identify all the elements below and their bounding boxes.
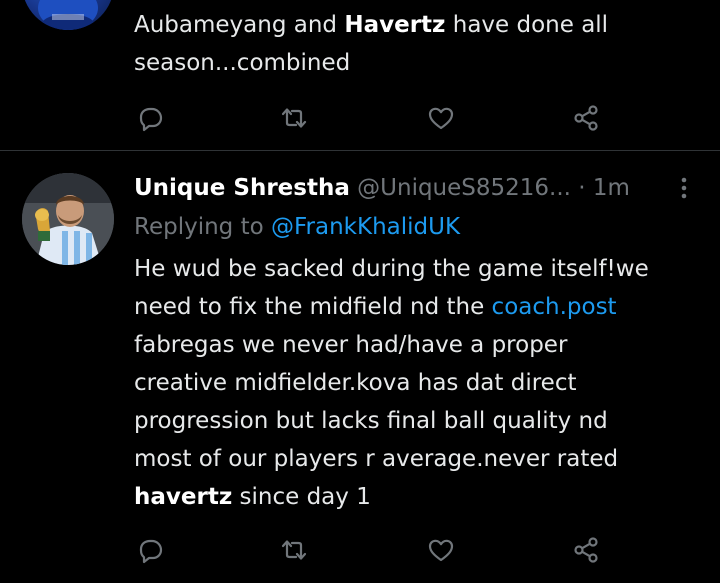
tweet-text: Aubameyang and Havertz have done all sea… — [134, 6, 694, 82]
avatar[interactable] — [22, 0, 114, 30]
text-segment: since day 1 — [232, 484, 371, 510]
reply-icon[interactable] — [135, 103, 165, 133]
more-options-icon[interactable] — [678, 175, 690, 203]
text-segment: fabregas we never had/have a proper crea… — [134, 332, 619, 472]
retweet-icon[interactable] — [279, 103, 309, 133]
replying-to-line: Replying to @FrankKhalidUK — [134, 210, 460, 244]
tweet-actions — [0, 530, 720, 570]
replying-to-handle-link[interactable]: @FrankKhalidUK — [271, 214, 460, 240]
replying-to-label: Replying to — [134, 214, 271, 240]
tweet-header: Unique Shrestha @UniqueS85216... · 1m — [134, 171, 630, 205]
heart-icon[interactable] — [426, 103, 456, 133]
tweet-text: He wud be sacked during the game itself!… — [134, 250, 694, 516]
avatar-image — [38, 0, 98, 30]
heart-icon[interactable] — [426, 535, 456, 565]
avatar[interactable] — [22, 173, 114, 265]
author-handle[interactable]: @UniqueS85216... — [357, 175, 571, 201]
share-icon[interactable] — [571, 103, 601, 133]
author-name[interactable]: Unique Shrestha — [134, 175, 350, 201]
text-segment: Aubameyang and — [134, 12, 345, 38]
tweet-timestamp[interactable]: · 1m — [578, 175, 630, 201]
bold-text: Havertz — [344, 12, 446, 38]
share-icon[interactable] — [571, 535, 601, 565]
avatar-image — [22, 173, 114, 265]
tweet-actions — [0, 98, 720, 138]
text-link[interactable]: coach.post — [492, 294, 617, 320]
bold-text: havertz — [134, 484, 233, 510]
retweet-icon[interactable] — [279, 535, 309, 565]
tweet-previous[interactable]: Aubameyang and Havertz have done all sea… — [0, 0, 720, 150]
reply-icon[interactable] — [135, 535, 165, 565]
tweet-reply[interactable]: Unique Shrestha @UniqueS85216... · 1m Re… — [0, 151, 720, 583]
